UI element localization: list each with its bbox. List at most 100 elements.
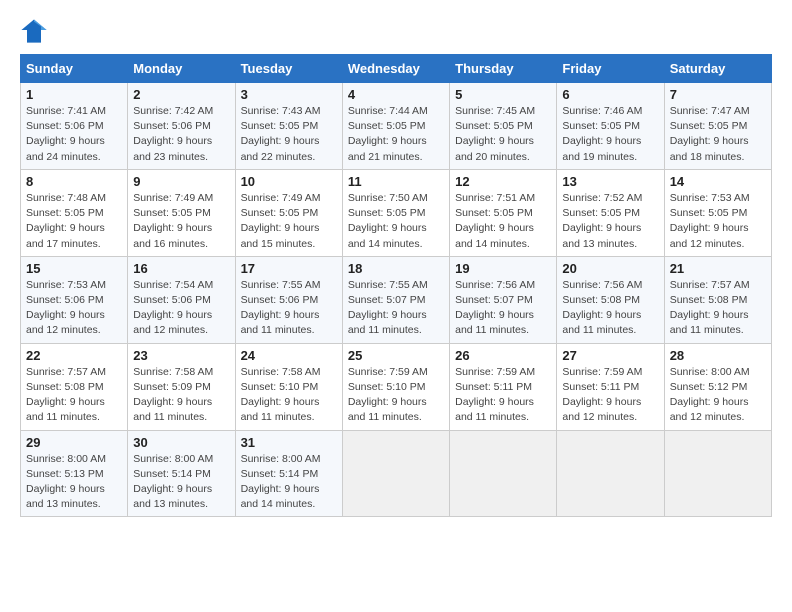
calendar-cell [450, 430, 557, 517]
day-number: 24 [241, 348, 337, 363]
weekday-header-friday: Friday [557, 55, 664, 83]
day-info: Sunrise: 7:49 AM Sunset: 5:05 PM Dayligh… [133, 191, 229, 252]
day-info: Sunrise: 7:58 AM Sunset: 5:09 PM Dayligh… [133, 365, 229, 426]
day-info: Sunrise: 7:53 AM Sunset: 5:06 PM Dayligh… [26, 278, 122, 339]
calendar-cell: 11 Sunrise: 7:50 AM Sunset: 5:05 PM Dayl… [342, 169, 449, 256]
calendar-cell: 7 Sunrise: 7:47 AM Sunset: 5:05 PM Dayli… [664, 83, 771, 170]
calendar-cell: 1 Sunrise: 7:41 AM Sunset: 5:06 PM Dayli… [21, 83, 128, 170]
calendar-cell: 15 Sunrise: 7:53 AM Sunset: 5:06 PM Dayl… [21, 256, 128, 343]
day-info: Sunrise: 7:57 AM Sunset: 5:08 PM Dayligh… [26, 365, 122, 426]
day-number: 4 [348, 87, 444, 102]
day-info: Sunrise: 7:50 AM Sunset: 5:05 PM Dayligh… [348, 191, 444, 252]
weekday-header-monday: Monday [128, 55, 235, 83]
calendar-cell [664, 430, 771, 517]
calendar-cell: 29 Sunrise: 8:00 AM Sunset: 5:13 PM Dayl… [21, 430, 128, 517]
calendar-cell: 18 Sunrise: 7:55 AM Sunset: 5:07 PM Dayl… [342, 256, 449, 343]
calendar-cell: 2 Sunrise: 7:42 AM Sunset: 5:06 PM Dayli… [128, 83, 235, 170]
day-number: 20 [562, 261, 658, 276]
calendar-cell: 10 Sunrise: 7:49 AM Sunset: 5:05 PM Dayl… [235, 169, 342, 256]
calendar-cell: 28 Sunrise: 8:00 AM Sunset: 5:12 PM Dayl… [664, 343, 771, 430]
logo [20, 16, 50, 44]
day-number: 31 [241, 435, 337, 450]
day-info: Sunrise: 8:00 AM Sunset: 5:13 PM Dayligh… [26, 452, 122, 513]
week-row: 1 Sunrise: 7:41 AM Sunset: 5:06 PM Dayli… [21, 83, 772, 170]
day-info: Sunrise: 7:59 AM Sunset: 5:10 PM Dayligh… [348, 365, 444, 426]
calendar-cell: 4 Sunrise: 7:44 AM Sunset: 5:05 PM Dayli… [342, 83, 449, 170]
day-number: 8 [26, 174, 122, 189]
day-number: 1 [26, 87, 122, 102]
day-info: Sunrise: 7:55 AM Sunset: 5:07 PM Dayligh… [348, 278, 444, 339]
calendar-cell: 31 Sunrise: 8:00 AM Sunset: 5:14 PM Dayl… [235, 430, 342, 517]
day-number: 2 [133, 87, 229, 102]
week-row: 22 Sunrise: 7:57 AM Sunset: 5:08 PM Dayl… [21, 343, 772, 430]
day-info: Sunrise: 7:42 AM Sunset: 5:06 PM Dayligh… [133, 104, 229, 165]
calendar-cell: 6 Sunrise: 7:46 AM Sunset: 5:05 PM Dayli… [557, 83, 664, 170]
day-info: Sunrise: 8:00 AM Sunset: 5:14 PM Dayligh… [241, 452, 337, 513]
calendar-cell: 17 Sunrise: 7:55 AM Sunset: 5:06 PM Dayl… [235, 256, 342, 343]
day-info: Sunrise: 7:51 AM Sunset: 5:05 PM Dayligh… [455, 191, 551, 252]
day-info: Sunrise: 7:46 AM Sunset: 5:05 PM Dayligh… [562, 104, 658, 165]
day-info: Sunrise: 7:49 AM Sunset: 5:05 PM Dayligh… [241, 191, 337, 252]
day-number: 14 [670, 174, 766, 189]
calendar-cell: 9 Sunrise: 7:49 AM Sunset: 5:05 PM Dayli… [128, 169, 235, 256]
calendar-cell [342, 430, 449, 517]
day-info: Sunrise: 7:59 AM Sunset: 5:11 PM Dayligh… [455, 365, 551, 426]
week-row: 29 Sunrise: 8:00 AM Sunset: 5:13 PM Dayl… [21, 430, 772, 517]
day-number: 7 [670, 87, 766, 102]
calendar-cell: 25 Sunrise: 7:59 AM Sunset: 5:10 PM Dayl… [342, 343, 449, 430]
day-info: Sunrise: 7:54 AM Sunset: 5:06 PM Dayligh… [133, 278, 229, 339]
day-number: 18 [348, 261, 444, 276]
calendar-cell: 23 Sunrise: 7:58 AM Sunset: 5:09 PM Dayl… [128, 343, 235, 430]
day-number: 9 [133, 174, 229, 189]
page: SundayMondayTuesdayWednesdayThursdayFrid… [0, 0, 792, 527]
day-number: 28 [670, 348, 766, 363]
calendar-cell: 3 Sunrise: 7:43 AM Sunset: 5:05 PM Dayli… [235, 83, 342, 170]
day-number: 27 [562, 348, 658, 363]
day-number: 25 [348, 348, 444, 363]
day-number: 13 [562, 174, 658, 189]
day-info: Sunrise: 7:53 AM Sunset: 5:05 PM Dayligh… [670, 191, 766, 252]
day-info: Sunrise: 7:48 AM Sunset: 5:05 PM Dayligh… [26, 191, 122, 252]
day-number: 19 [455, 261, 551, 276]
calendar-cell: 16 Sunrise: 7:54 AM Sunset: 5:06 PM Dayl… [128, 256, 235, 343]
day-info: Sunrise: 8:00 AM Sunset: 5:12 PM Dayligh… [670, 365, 766, 426]
calendar-body: 1 Sunrise: 7:41 AM Sunset: 5:06 PM Dayli… [21, 83, 772, 517]
day-info: Sunrise: 7:43 AM Sunset: 5:05 PM Dayligh… [241, 104, 337, 165]
weekday-header-sunday: Sunday [21, 55, 128, 83]
day-number: 10 [241, 174, 337, 189]
calendar-header: SundayMondayTuesdayWednesdayThursdayFrid… [21, 55, 772, 83]
week-row: 15 Sunrise: 7:53 AM Sunset: 5:06 PM Dayl… [21, 256, 772, 343]
calendar-cell: 24 Sunrise: 7:58 AM Sunset: 5:10 PM Dayl… [235, 343, 342, 430]
day-number: 30 [133, 435, 229, 450]
calendar-cell: 12 Sunrise: 7:51 AM Sunset: 5:05 PM Dayl… [450, 169, 557, 256]
day-info: Sunrise: 8:00 AM Sunset: 5:14 PM Dayligh… [133, 452, 229, 513]
calendar-cell: 13 Sunrise: 7:52 AM Sunset: 5:05 PM Dayl… [557, 169, 664, 256]
day-info: Sunrise: 7:56 AM Sunset: 5:07 PM Dayligh… [455, 278, 551, 339]
day-info: Sunrise: 7:45 AM Sunset: 5:05 PM Dayligh… [455, 104, 551, 165]
calendar-cell: 5 Sunrise: 7:45 AM Sunset: 5:05 PM Dayli… [450, 83, 557, 170]
day-number: 11 [348, 174, 444, 189]
day-info: Sunrise: 7:57 AM Sunset: 5:08 PM Dayligh… [670, 278, 766, 339]
day-info: Sunrise: 7:52 AM Sunset: 5:05 PM Dayligh… [562, 191, 658, 252]
day-info: Sunrise: 7:55 AM Sunset: 5:06 PM Dayligh… [241, 278, 337, 339]
day-number: 26 [455, 348, 551, 363]
day-number: 29 [26, 435, 122, 450]
weekday-header-wednesday: Wednesday [342, 55, 449, 83]
day-number: 17 [241, 261, 337, 276]
day-number: 5 [455, 87, 551, 102]
day-info: Sunrise: 7:56 AM Sunset: 5:08 PM Dayligh… [562, 278, 658, 339]
calendar-cell: 22 Sunrise: 7:57 AM Sunset: 5:08 PM Dayl… [21, 343, 128, 430]
day-number: 3 [241, 87, 337, 102]
calendar-cell [557, 430, 664, 517]
calendar-cell: 21 Sunrise: 7:57 AM Sunset: 5:08 PM Dayl… [664, 256, 771, 343]
day-number: 23 [133, 348, 229, 363]
day-number: 12 [455, 174, 551, 189]
calendar-cell: 14 Sunrise: 7:53 AM Sunset: 5:05 PM Dayl… [664, 169, 771, 256]
calendar-cell: 19 Sunrise: 7:56 AM Sunset: 5:07 PM Dayl… [450, 256, 557, 343]
day-info: Sunrise: 7:58 AM Sunset: 5:10 PM Dayligh… [241, 365, 337, 426]
week-row: 8 Sunrise: 7:48 AM Sunset: 5:05 PM Dayli… [21, 169, 772, 256]
calendar-cell: 26 Sunrise: 7:59 AM Sunset: 5:11 PM Dayl… [450, 343, 557, 430]
day-number: 16 [133, 261, 229, 276]
logo-icon [20, 16, 48, 44]
calendar-cell: 30 Sunrise: 8:00 AM Sunset: 5:14 PM Dayl… [128, 430, 235, 517]
